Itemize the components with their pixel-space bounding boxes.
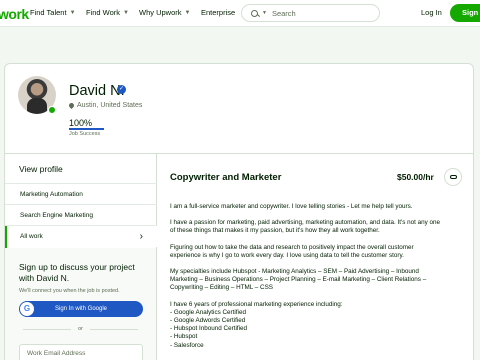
location: Austin, United States xyxy=(67,101,143,110)
nav-find-work-label: Find Work xyxy=(86,8,121,17)
or-divider: or xyxy=(19,326,142,332)
sidebar-item-marketing-automation[interactable]: Marketing Automation xyxy=(5,183,157,205)
email-field[interactable] xyxy=(19,344,143,360)
description-paragraph: I have a passion for marketing, paid adv… xyxy=(170,219,441,235)
online-status-icon xyxy=(48,106,56,114)
view-profile-heading: View profile xyxy=(19,164,63,174)
search-bar: ▼ xyxy=(241,4,380,22)
google-signin-label: Sign In with Google xyxy=(54,306,108,312)
signup-note: We'll connect you when the job is posted… xyxy=(19,288,120,294)
location-text: Austin, United States xyxy=(77,102,143,109)
job-success-bar xyxy=(69,128,104,130)
nav-find-talent[interactable]: Find Talent ▼ xyxy=(30,8,76,17)
google-icon: G xyxy=(20,302,34,316)
chevron-down-icon[interactable]: ▼ xyxy=(262,10,267,16)
sidebar-item-all-work[interactable]: All work › xyxy=(5,225,157,248)
hourly-rate: $50.00/hr xyxy=(397,172,434,182)
job-success-value: 100% xyxy=(69,118,93,128)
verified-check-icon: ✓ xyxy=(117,85,126,94)
profile-card: David N. ✓ Austin, United States 100% Jo… xyxy=(4,63,474,360)
signup-title: Sign up to discuss your project with Dav… xyxy=(19,262,135,283)
profile-header: David N. ✓ Austin, United States 100% Jo… xyxy=(5,64,473,154)
google-signin-button[interactable]: G Sign In with Google xyxy=(19,301,143,317)
chevron-down-icon: ▼ xyxy=(184,9,191,16)
nav-why-upwork[interactable]: Why Upwork ▼ xyxy=(139,8,190,17)
profile-description: I am a full-service marketer and copywri… xyxy=(170,203,445,358)
upwork-logo[interactable]: work xyxy=(0,6,29,22)
chevron-down-icon: ▼ xyxy=(69,9,76,16)
signup-button[interactable]: Sign xyxy=(450,4,480,22)
location-pin-icon xyxy=(67,101,76,110)
profile-sidebar: View profile Marketing Automation Search… xyxy=(5,154,157,360)
search-input[interactable] xyxy=(271,8,372,18)
sidebar-item-label: All work xyxy=(20,233,43,240)
chevron-right-icon: › xyxy=(139,231,143,242)
sidebar-item-search-engine-marketing[interactable]: Search Engine Marketing xyxy=(5,204,157,226)
job-success-label: Job Success xyxy=(69,131,101,137)
search-icon[interactable] xyxy=(251,9,258,17)
chevron-down-icon: ▼ xyxy=(123,9,129,16)
signup-panel: Sign up to discuss your project with Dav… xyxy=(5,248,156,360)
nav-find-talent-label: Find Talent xyxy=(30,8,67,17)
top-navigation: work Find Talent ▼ Find Work ▼ Why Upwork ▼… xyxy=(0,0,480,27)
description-paragraph: Figuring out how to take the data and re… xyxy=(170,243,414,259)
nav-enterprise-label: Enterprise xyxy=(201,8,236,17)
login-link[interactable]: Log In xyxy=(421,8,442,17)
profile-main: Copywriter and Marketer $50.00/hr I am a… xyxy=(157,154,473,360)
description-paragraph: I have 6 years of professional marketing… xyxy=(170,300,343,349)
description-paragraph: My specialties include Hubspot - Marketi… xyxy=(170,268,427,292)
link-icon xyxy=(449,175,457,179)
copy-link-button[interactable] xyxy=(444,168,462,186)
nav-find-work[interactable]: Find Work ▼ xyxy=(86,8,129,17)
profile-title: Copywriter and Marketer xyxy=(170,172,282,183)
nav-why-upwork-label: Why Upwork xyxy=(139,8,182,17)
description-paragraph: I am a full-service marketer and copywri… xyxy=(170,203,413,210)
nav-enterprise[interactable]: Enterprise xyxy=(201,8,235,17)
